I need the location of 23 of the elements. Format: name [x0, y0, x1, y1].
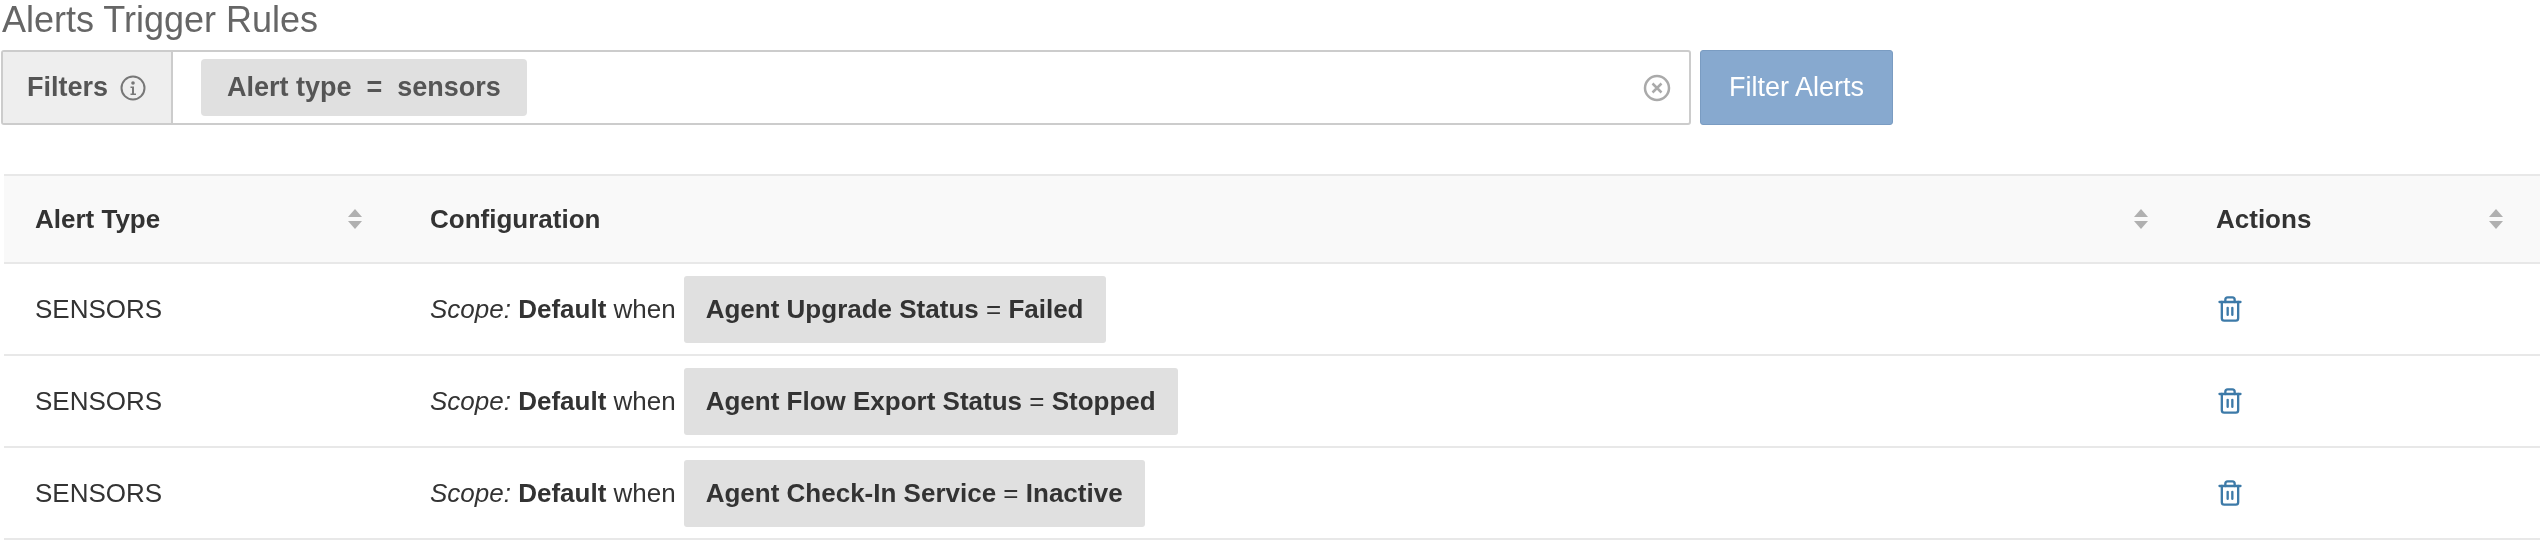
scope-text: Scope: Default when — [430, 292, 676, 326]
delete-icon[interactable] — [2216, 387, 2244, 415]
filters-label: Filters — [27, 71, 109, 105]
delete-icon[interactable] — [2216, 479, 2244, 507]
condition-tag: Agent Upgrade Status = Failed — [683, 275, 1106, 343]
clear-icon[interactable] — [1643, 73, 1671, 102]
page-title: Alerts Trigger Rules — [1, 0, 320, 40]
sort-icon[interactable] — [2488, 208, 2504, 230]
sort-icon[interactable] — [347, 208, 363, 230]
column-header[interactable]: Actions — [2216, 199, 2312, 239]
scope-text: Scope: Default when — [430, 476, 676, 510]
filter-chip[interactable]: Alert type = sensors — [201, 59, 527, 116]
sort-icon[interactable] — [2133, 208, 2149, 230]
scope-text: Scope: Default when — [430, 384, 676, 418]
column-header[interactable]: Alert Type — [35, 199, 161, 239]
delete-icon[interactable] — [2216, 295, 2244, 323]
table-cell: SENSORS — [35, 293, 163, 324]
condition-tag: Agent Flow Export Status = Stopped — [683, 367, 1178, 435]
info-icon[interactable] — [120, 74, 147, 101]
column-header[interactable]: Configuration — [430, 199, 601, 239]
condition-tag: Agent Check-In Service = Inactive — [683, 459, 1145, 527]
table-cell: SENSORS — [35, 477, 163, 508]
table-cell: SENSORS — [35, 385, 163, 416]
